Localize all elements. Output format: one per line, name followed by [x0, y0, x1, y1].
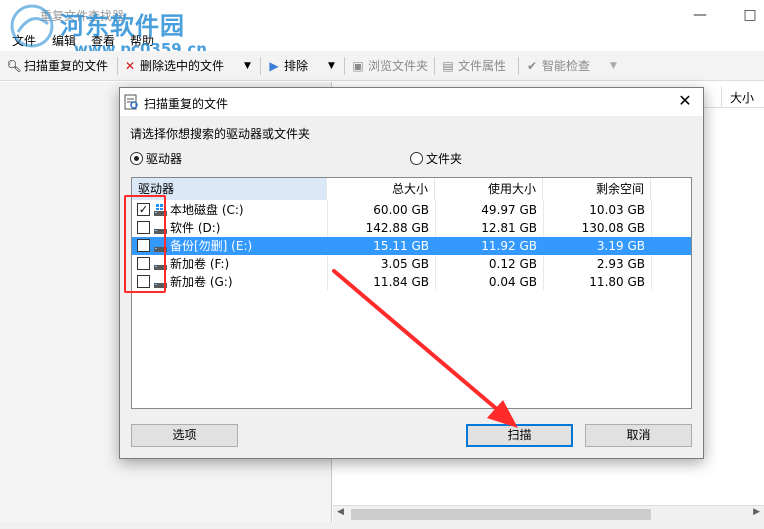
toolbar-separator: [434, 57, 435, 75]
radio-folder[interactable]: 文件夹: [410, 150, 462, 167]
exclude-button[interactable]: ▶ 排除: [266, 56, 308, 76]
drive-list[interactable]: 驱动器 总大小 使用大小 剩余空间 ✓ 本地磁盘 (C:) 60.00 GB 49.9…: [131, 177, 692, 409]
smart-check-label: 智能检查: [542, 59, 591, 73]
toolbar: 🔍︎ 扫描重复的文件 ✕ 删除选中的文件 ▼ ▶ 排除 ▼ ▣ 浏览文件夹 ▤ 文件属性 …: [0, 51, 764, 81]
radio-drive-label: 驱动器: [146, 152, 183, 166]
exclude-label: 排除: [284, 59, 309, 73]
drive-free-space: 130.08 GB: [581, 221, 645, 235]
smart-check-dropdown-arrow-icon[interactable]: ▼: [610, 56, 617, 76]
column-header-size[interactable]: 大小: [730, 89, 754, 106]
maximize-button[interactable]: □: [740, 5, 760, 25]
scrollbar-thumb[interactable]: [351, 509, 651, 520]
scroll-left-icon[interactable]: ◀: [337, 507, 344, 517]
toolbar-separator: [518, 57, 519, 75]
browse-folder-label: 浏览文件夹: [368, 59, 429, 73]
smart-check-button[interactable]: ✔ 智能检查: [524, 56, 590, 76]
dialog-title-bar: 扫描重复的文件 ✕: [120, 88, 703, 116]
exclude-icon: ▶: [269, 59, 279, 73]
column-header-free[interactable]: 剩余空间: [543, 178, 651, 200]
drive-total-size: 3.05 GB: [380, 257, 429, 271]
drive-row[interactable]: 新加卷 (G:) 11.84 GB 0.04 GB 11.80 GB: [132, 273, 691, 291]
browse-folder-button[interactable]: ▣ 浏览文件夹: [350, 56, 428, 76]
cancel-button[interactable]: 取消: [585, 424, 692, 447]
dialog-title: 扫描重复的文件: [144, 97, 229, 111]
drive-row[interactable]: 新加卷 (F:) 3.05 GB 0.12 GB 2.93 GB: [132, 255, 691, 273]
scan-duplicates-label: 扫描重复的文件: [24, 59, 109, 73]
exclude-dropdown-arrow-icon[interactable]: ▼: [328, 56, 335, 76]
drive-name: 软件 (D:): [170, 221, 221, 235]
drive-free-space: 2.93 GB: [596, 257, 645, 271]
column-divider: [721, 86, 722, 108]
scan-button[interactable]: 扫描: [466, 424, 573, 447]
scroll-right-icon[interactable]: ▶: [753, 507, 760, 517]
minimize-button[interactable]: —: [690, 5, 710, 25]
delete-selected-label: 删除选中的文件: [140, 59, 225, 73]
file-properties-button[interactable]: ▤ 文件属性: [440, 56, 506, 76]
drive-used-size: 11.92 GB: [481, 239, 537, 253]
drive-name: 新加卷 (F:): [170, 257, 230, 271]
status-bar: [0, 522, 764, 529]
drive-total-size: 60.00 GB: [373, 203, 429, 217]
red-x-icon: ✕: [124, 59, 136, 73]
drive-name: 本地磁盘 (C:): [170, 203, 244, 217]
dialog-prompt: 请选择你想搜索的驱动器或文件夹: [130, 127, 311, 141]
column-header-total[interactable]: 总大小: [327, 178, 435, 200]
watermark-text: 河东软件园: [60, 12, 185, 40]
drive-free-space: 3.19 GB: [596, 239, 645, 253]
radio-drive[interactable]: 驱动器: [130, 150, 182, 167]
scan-document-icon: [124, 94, 138, 110]
drive-free-space: 10.03 GB: [589, 203, 645, 217]
drive-total-size: 142.88 GB: [365, 221, 429, 235]
drive-row[interactable]: 软件 (D:) 142.88 GB 12.81 GB 130.08 GB: [132, 219, 691, 237]
drive-used-size: 12.81 GB: [481, 221, 537, 235]
toolbar-separator: [117, 57, 118, 75]
file-properties-label: 文件属性: [458, 59, 507, 73]
checkmark-icon: ✔: [526, 59, 538, 73]
column-header-used[interactable]: 使用大小: [435, 178, 543, 200]
drive-row[interactable]: 备份[勿删] (E:) 15.11 GB 11.92 GB 3.19 GB: [132, 237, 691, 255]
radio-folder-label: 文件夹: [426, 152, 463, 166]
drive-free-space: 11.80 GB: [589, 275, 645, 289]
drive-list-header: 驱动器 总大小 使用大小 剩余空间: [132, 178, 691, 200]
drive-row[interactable]: ✓ 本地磁盘 (C:) 60.00 GB 49.97 GB 10.03 GB: [132, 201, 691, 219]
radio-drive-indicator[interactable]: [130, 152, 143, 165]
drive-used-size: 49.97 GB: [481, 203, 537, 217]
dialog-close-button[interactable]: ✕: [675, 91, 695, 111]
drive-used-size: 0.12 GB: [488, 257, 537, 271]
drive-name: 备份[勿删] (E:): [170, 239, 253, 253]
toolbar-separator: [344, 57, 345, 75]
delete-dropdown-arrow-icon[interactable]: ▼: [244, 56, 251, 76]
scan-dialog: 扫描重复的文件 ✕ 请选择你想搜索的驱动器或文件夹 驱动器 文件夹 驱动器 总大…: [119, 87, 704, 459]
annotation-highlight-box: [124, 195, 166, 293]
horizontal-scrollbar[interactable]: ◀ ▶: [333, 505, 764, 522]
drive-used-size: 0.04 GB: [488, 275, 537, 289]
toolbar-separator: [260, 57, 261, 75]
magnifier-icon: 🔍︎: [6, 59, 22, 73]
drive-total-size: 15.11 GB: [373, 239, 429, 253]
delete-selected-button[interactable]: ✕ 删除选中的文件: [122, 56, 224, 76]
options-button[interactable]: 选项: [131, 424, 238, 447]
radio-folder-indicator[interactable]: [410, 152, 423, 165]
folder-icon: ▣: [352, 59, 364, 73]
watermark-logo-icon: [10, 4, 54, 48]
properties-icon: ▤: [442, 59, 454, 73]
scan-duplicates-button[interactable]: 🔍︎ 扫描重复的文件: [6, 56, 108, 76]
drive-total-size: 11.84 GB: [373, 275, 429, 289]
drive-name: 新加卷 (G:): [170, 275, 233, 289]
